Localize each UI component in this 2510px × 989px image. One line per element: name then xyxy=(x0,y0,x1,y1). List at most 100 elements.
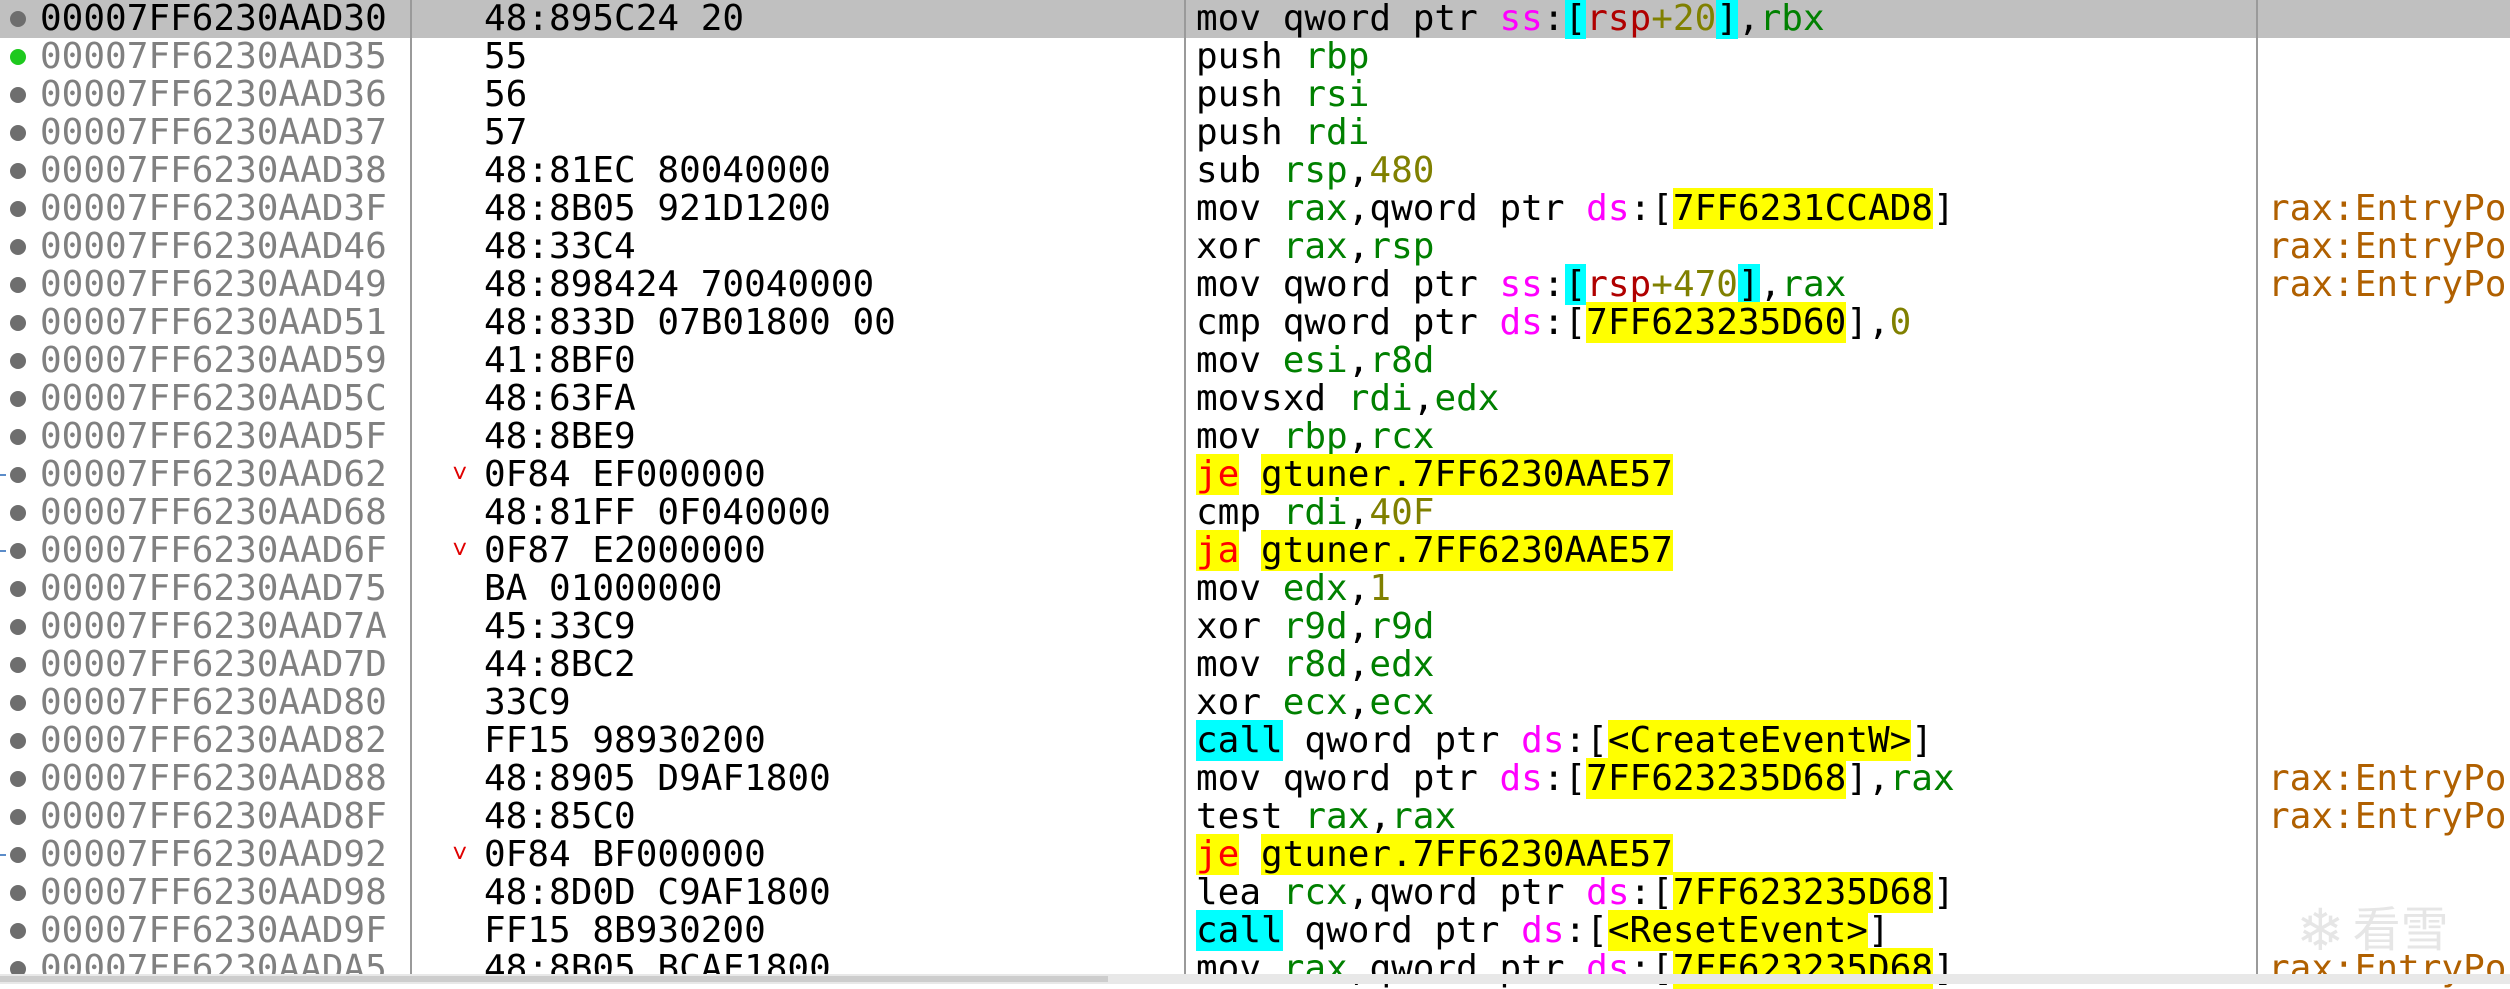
breakpoint-dot-icon[interactable] xyxy=(10,505,26,521)
breakpoint-gutter[interactable] xyxy=(0,418,38,456)
disasm-row[interactable]: 00007FF6230AAD49 48:898424 70040000 mov qw… xyxy=(0,264,2510,305)
instruction-cell[interactable]: mov esi,r8d xyxy=(1196,342,2256,380)
address-cell[interactable]: 00007FF6230AAD6F xyxy=(40,532,400,570)
address-cell[interactable]: 00007FF6230AAD37 xyxy=(40,114,400,152)
bytes-cell[interactable]: 48:33C4 xyxy=(484,228,1184,266)
instruction-token[interactable]: 7FF6231CCAD8 xyxy=(1672,188,1933,229)
comment-cell[interactable] xyxy=(2268,684,2510,722)
breakpoint-gutter[interactable] xyxy=(0,76,38,114)
instruction-cell[interactable]: push rdi xyxy=(1196,114,2256,152)
disasm-row[interactable]: 00007FF6230AAD5C 48:63FA movsxd rdi,edx xyxy=(0,380,2510,418)
instruction-cell[interactable]: mov qword ptr ds:[7FF623235D68],rax xyxy=(1196,758,2256,799)
breakpoint-gutter[interactable] xyxy=(0,532,38,570)
instruction-token[interactable]: 7FF623235D68 xyxy=(1586,758,1847,799)
address-cell[interactable]: 00007FF6230AAD75 xyxy=(40,570,400,608)
instruction-cell[interactable]: mov qword ptr ss:[rsp+20],rbx xyxy=(1196,0,2256,39)
comment-cell[interactable] xyxy=(2268,836,2510,874)
instruction-token[interactable]: gtuner.7FF6230AAE57 xyxy=(1261,530,1673,571)
breakpoint-dot-icon[interactable] xyxy=(10,239,26,255)
comment-cell[interactable] xyxy=(2268,76,2510,114)
address-cell[interactable]: 00007FF6230AAD5C xyxy=(40,380,400,418)
instruction-cell[interactable]: mov qword ptr ss:[rsp+470],rax xyxy=(1196,264,2256,305)
disasm-row[interactable]: 00007FF6230AAD59 41:8BF0 mov esi,r8d xyxy=(0,342,2510,380)
instruction-cell[interactable]: cmp rdi,40F xyxy=(1196,494,2256,532)
instruction-cell[interactable]: mov rbp,rcx xyxy=(1196,418,2256,456)
comment-cell[interactable] xyxy=(2268,38,2510,76)
address-cell[interactable]: 00007FF6230AAD92 xyxy=(40,836,400,874)
breakpoint-dot-icon[interactable] xyxy=(10,923,26,939)
breakpoint-dot-icon[interactable] xyxy=(10,49,26,65)
breakpoint-dot-icon[interactable] xyxy=(10,315,26,331)
address-cell[interactable]: 00007FF6230AAD5F xyxy=(40,418,400,456)
bytes-cell[interactable]: 48:8905 D9AF1800 xyxy=(484,760,1184,798)
bytes-cell[interactable]: FF15 8B930200 xyxy=(484,912,1184,950)
disasm-row[interactable]: 00007FF6230AAD3F 48:8B05 921D1200 mov rax,… xyxy=(0,188,2510,229)
bytes-cell[interactable]: 48:833D 07B01800 00 xyxy=(484,304,1184,342)
comment-cell[interactable] xyxy=(2268,114,2510,152)
address-cell[interactable]: 00007FF6230AAD59 xyxy=(40,342,400,380)
address-cell[interactable]: 00007FF6230AAD38 xyxy=(40,152,400,190)
address-cell[interactable]: 00007FF6230AAD88 xyxy=(40,760,400,798)
bytes-cell[interactable]: 57 xyxy=(484,114,1184,152)
bytes-cell[interactable]: 0F87 E2000000 xyxy=(484,532,1184,570)
breakpoint-gutter[interactable] xyxy=(0,912,38,950)
bytes-cell[interactable]: FF15 98930200 xyxy=(484,722,1184,760)
comment-cell[interactable] xyxy=(2268,722,2510,760)
breakpoint-dot-icon[interactable] xyxy=(10,353,26,369)
bytes-cell[interactable]: 33C9 xyxy=(484,684,1184,722)
breakpoint-dot-icon[interactable] xyxy=(10,11,26,27)
comment-cell[interactable] xyxy=(2268,456,2510,494)
disasm-row[interactable]: 00007FF6230AAD36 56 push rsi xyxy=(0,76,2510,114)
breakpoint-dot-icon[interactable] xyxy=(10,391,26,407)
instruction-token[interactable]: <ResetEvent> xyxy=(1607,910,1868,951)
column-divider-instruction[interactable] xyxy=(2256,0,2258,984)
breakpoint-dot-icon[interactable] xyxy=(10,87,26,103)
address-cell[interactable]: 00007FF6230AAD80 xyxy=(40,684,400,722)
comment-cell[interactable] xyxy=(2268,646,2510,684)
disasm-row[interactable]: 00007FF6230AAD62 ˅ 0F84 EF000000 je gtuner.… xyxy=(0,454,2510,495)
disassembly-view[interactable]: 00007FF6230AAD30 48:895C24 20 mov qword pt… xyxy=(0,0,2510,989)
disasm-row[interactable]: 00007FF6230AAD75 BA 01000000 mov edx,1 xyxy=(0,570,2510,608)
instruction-cell[interactable]: xor r9d,r9d xyxy=(1196,608,2256,646)
comment-cell[interactable] xyxy=(2268,608,2510,646)
comment-cell[interactable]: rax:EntryPo xyxy=(2268,190,2510,228)
instruction-cell[interactable]: lea rcx,qword ptr ds:[7FF623235D68] xyxy=(1196,872,2256,913)
comment-cell[interactable]: rax:EntryPo xyxy=(2268,798,2510,836)
breakpoint-dot-icon[interactable] xyxy=(10,277,26,293)
bytes-cell[interactable]: 56 xyxy=(484,76,1184,114)
breakpoint-dot-icon[interactable] xyxy=(10,163,26,179)
breakpoint-gutter[interactable] xyxy=(0,266,38,304)
bytes-cell[interactable]: 48:81FF 0F040000 xyxy=(484,494,1184,532)
instruction-cell[interactable]: mov rax,qword ptr ds:[7FF6231CCAD8] xyxy=(1196,188,2256,229)
breakpoint-dot-icon[interactable] xyxy=(10,125,26,141)
breakpoint-dot-icon[interactable] xyxy=(10,733,26,749)
address-cell[interactable]: 00007FF6230AAD9F xyxy=(40,912,400,950)
address-cell[interactable]: 00007FF6230AAD3F xyxy=(40,190,400,228)
disasm-row[interactable]: 00007FF6230AAD46 48:33C4 xor rax,rsp rax:En… xyxy=(0,228,2510,266)
disasm-row[interactable]: 00007FF6230AAD68 48:81FF 0F040000 cmp rdi,… xyxy=(0,494,2510,532)
breakpoint-dot-icon[interactable] xyxy=(10,695,26,711)
comment-cell[interactable] xyxy=(2268,342,2510,380)
address-cell[interactable]: 00007FF6230AAD98 xyxy=(40,874,400,912)
bytes-cell[interactable]: 48:895C24 20 xyxy=(484,0,1184,38)
instruction-token[interactable]: <CreateEventW> xyxy=(1607,720,1912,761)
address-cell[interactable]: 00007FF6230AAD35 xyxy=(40,38,400,76)
bytes-cell[interactable]: 0F84 BF000000 xyxy=(484,836,1184,874)
bytes-cell[interactable]: 44:8BC2 xyxy=(484,646,1184,684)
address-cell[interactable]: 00007FF6230AAD82 xyxy=(40,722,400,760)
instruction-cell[interactable]: xor rax,rsp xyxy=(1196,228,2256,266)
address-cell[interactable]: 00007FF6230AAD68 xyxy=(40,494,400,532)
address-cell[interactable]: 00007FF6230AAD49 xyxy=(40,266,400,304)
breakpoint-dot-icon[interactable] xyxy=(10,809,26,825)
breakpoint-gutter[interactable] xyxy=(0,228,38,266)
instruction-cell[interactable]: push rsi xyxy=(1196,76,2256,114)
comment-cell[interactable] xyxy=(2268,304,2510,342)
instruction-token[interactable]: 7FF623235D60 xyxy=(1586,302,1847,343)
disasm-row[interactable]: 00007FF6230AAD35 55 push rbp xyxy=(0,38,2510,76)
address-cell[interactable]: 00007FF6230AAD51 xyxy=(40,304,400,342)
instruction-cell[interactable]: mov r8d,edx xyxy=(1196,646,2256,684)
instruction-cell[interactable]: movsxd rdi,edx xyxy=(1196,380,2256,418)
breakpoint-gutter[interactable] xyxy=(0,646,38,684)
disasm-row[interactable]: 00007FF6230AAD98 48:8D0D C9AF1800 lea rcx,… xyxy=(0,872,2510,913)
column-divider-address[interactable] xyxy=(410,0,412,984)
